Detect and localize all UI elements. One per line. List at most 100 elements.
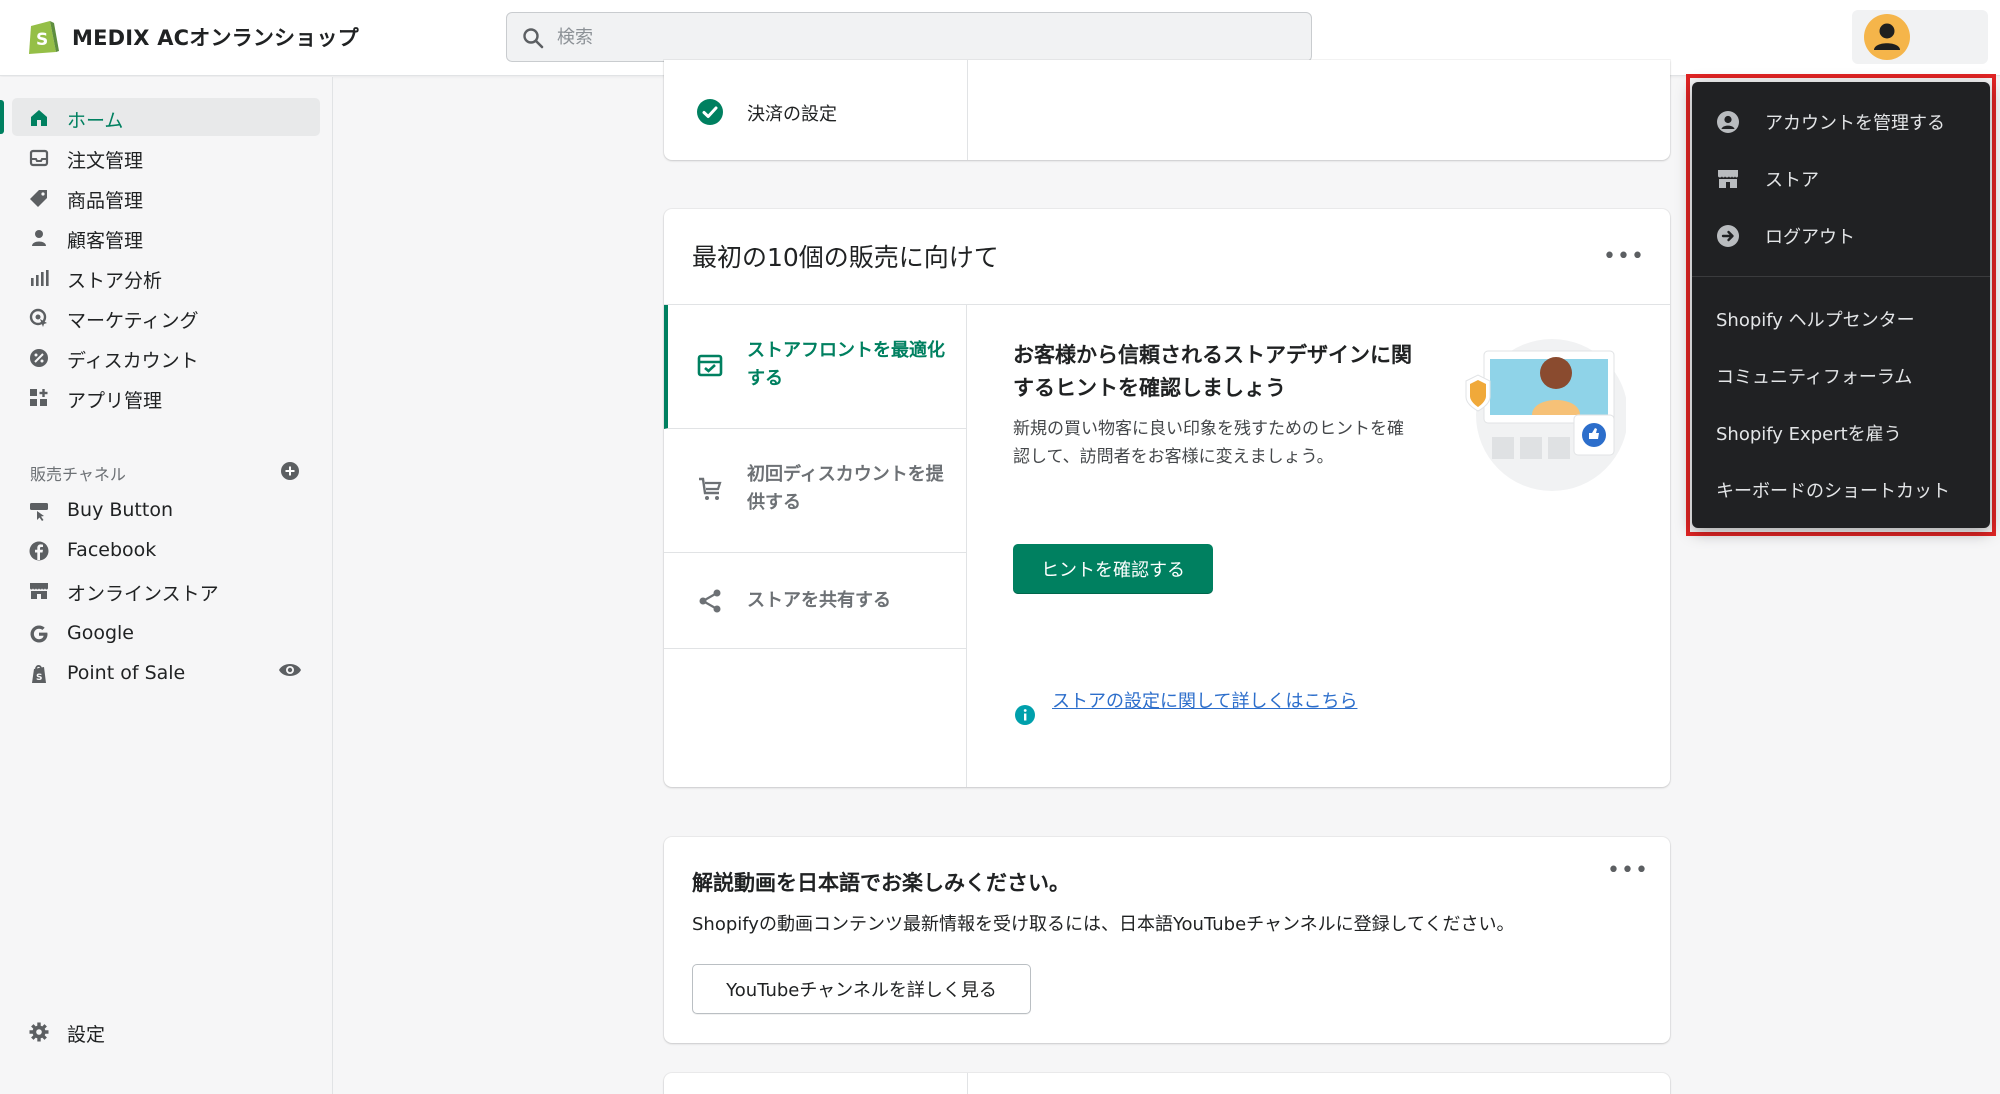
channel-label: Google bbox=[67, 622, 135, 644]
user-icon bbox=[1874, 23, 1900, 50]
logout-icon bbox=[1717, 225, 1739, 247]
sidebar-item-label: 顧客管理 bbox=[67, 230, 144, 252]
sidebar-item-marketing[interactable]: マーケティング bbox=[12, 298, 320, 336]
setup-card: 決済の設定 bbox=[664, 60, 1670, 160]
tag-icon bbox=[30, 190, 47, 207]
menu-item-label: Shopify ヘルプセンター bbox=[1716, 310, 1915, 331]
gear-icon bbox=[29, 1022, 49, 1042]
menu-item-logout[interactable]: ログアウト bbox=[1692, 209, 1990, 261]
analytics-icon bbox=[31, 270, 49, 286]
task-tabs: ストアフロントを最適化する 初回ディスカウントを提供する ストアを共有する bbox=[664, 305, 967, 787]
channel-online-store[interactable]: オンラインストア bbox=[12, 571, 320, 609]
youtube-channel-button[interactable]: YouTubeチャンネルを詳しく見る bbox=[692, 964, 1031, 1014]
account-icon bbox=[1717, 111, 1739, 133]
channel-buy-button[interactable]: Buy Button bbox=[12, 491, 320, 529]
tip-body: 新規の買い物客に良い印象を残すためのヒントを確認して、訪問者をお客様に変えましょ… bbox=[1013, 419, 1404, 467]
divider bbox=[967, 60, 968, 160]
sidebar-item-products[interactable]: 商品管理 bbox=[12, 178, 320, 216]
storefront-illustration bbox=[1465, 339, 1626, 491]
info-icon bbox=[1015, 705, 1035, 725]
sidebar-item-customers[interactable]: 顧客管理 bbox=[12, 218, 320, 256]
tip-title: お客様から信頼されるストアデザインに関するヒントを確認しましょう bbox=[1013, 343, 1412, 400]
sidebar-item-label: 注文管理 bbox=[67, 150, 144, 172]
channel-label: オンラインストア bbox=[67, 583, 219, 605]
more-actions-button[interactable]: ••• bbox=[1603, 241, 1644, 271]
customer-icon bbox=[32, 230, 46, 246]
channel-google[interactable]: Google bbox=[12, 614, 320, 652]
menu-item-label: アカウントを管理する bbox=[1765, 113, 1945, 134]
video-card: 解説動画を日本語でお楽しみください。 ••• Shopifyの動画コンテンツ最新… bbox=[664, 837, 1670, 1043]
account-dropdown-menu: アカウントを管理する ストア ログアウト Shopify ヘルプセンター コミュ… bbox=[1692, 82, 1990, 528]
tab-optimize-storefront[interactable]: ストアフロントを最適化する bbox=[664, 305, 967, 429]
search-input[interactable] bbox=[557, 13, 1297, 61]
menu-item-manage-account[interactable]: アカウントを管理する bbox=[1692, 95, 1990, 147]
sidebar-item-apps[interactable]: アプリ管理 bbox=[12, 378, 320, 416]
svg-text:S: S bbox=[36, 30, 48, 50]
svg-text:S: S bbox=[36, 673, 42, 683]
storefront-check-icon bbox=[697, 354, 723, 377]
tab-label: ストアを共有する bbox=[747, 590, 891, 611]
card-title: 解説動画を日本語でお楽しみください。 bbox=[692, 871, 1070, 895]
add-channel-icon[interactable] bbox=[280, 461, 300, 481]
discount-cart-icon bbox=[699, 477, 722, 500]
facebook-icon bbox=[29, 541, 49, 561]
search-icon bbox=[523, 28, 544, 49]
menu-item-label: ログアウト bbox=[1765, 227, 1855, 248]
sidebar-item-label: ホーム bbox=[67, 110, 124, 132]
sidebar-item-discounts[interactable]: ディスカウント bbox=[12, 338, 320, 376]
sidebar: ホーム 注文管理 商品管理 顧客管理 ストア分析 マーケティング ディスカウント… bbox=[0, 77, 333, 1094]
orders-icon bbox=[29, 149, 49, 167]
divider bbox=[967, 1073, 968, 1094]
sidebar-item-settings[interactable]: 設定 bbox=[12, 1012, 320, 1050]
menu-item-hire-expert[interactable]: Shopify Expertを雇う bbox=[1692, 406, 1990, 458]
menu-item-label: コミュニティフォーラム bbox=[1716, 367, 1913, 388]
tab-label: 初回ディスカウントを提供する bbox=[747, 464, 944, 513]
menu-item-label: Shopify Expertを雇う bbox=[1716, 424, 1902, 445]
card-body: Shopifyの動画コンテンツ最新情報を受け取るには、日本語YouTubeチャン… bbox=[692, 914, 1515, 935]
menu-divider bbox=[1692, 276, 1990, 277]
tab-label: ストアフロントを最適化する bbox=[747, 340, 945, 389]
home-icon bbox=[31, 110, 47, 126]
tab-share-store[interactable]: ストアを共有する bbox=[664, 553, 967, 649]
more-actions-button[interactable]: ••• bbox=[1607, 855, 1648, 885]
sidebar-item-label: 商品管理 bbox=[67, 190, 144, 212]
marketing-icon bbox=[29, 308, 47, 327]
store-icon bbox=[1718, 170, 1738, 188]
sidebar-item-analytics[interactable]: ストア分析 bbox=[12, 258, 320, 296]
search-bar[interactable] bbox=[506, 12, 1312, 62]
menu-item-label: ストア bbox=[1765, 170, 1819, 191]
first-sales-card: 最初の10個の販売に向けて ••• ストアフロントを最適化する 初回ディスカウン… bbox=[664, 209, 1670, 787]
menu-item-store[interactable]: ストア bbox=[1692, 152, 1990, 204]
sidebar-item-label: ストア分析 bbox=[67, 270, 163, 292]
shopify-logo-icon[interactable]: S bbox=[26, 16, 60, 56]
menu-item-help-center[interactable]: Shopify ヘルプセンター bbox=[1692, 292, 1990, 344]
channel-label: Buy Button bbox=[67, 499, 174, 521]
channel-point-of-sale[interactable]: S Point of Sale bbox=[12, 654, 320, 692]
apps-icon bbox=[30, 389, 48, 406]
sales-channels-title: 販売チャネル bbox=[30, 465, 126, 484]
menu-item-label: キーボードのショートカット bbox=[1716, 481, 1950, 502]
sidebar-item-orders[interactable]: 注文管理 bbox=[12, 138, 320, 176]
sidebar-item-label: 設定 bbox=[67, 1024, 106, 1046]
view-tips-button[interactable]: ヒントを確認する bbox=[1013, 544, 1213, 594]
channel-facebook[interactable]: Facebook bbox=[12, 531, 320, 569]
share-icon bbox=[699, 589, 721, 613]
sidebar-item-label: アプリ管理 bbox=[67, 390, 163, 412]
learn-more-link[interactable]: ストアの設定に関して詳しくはこちら bbox=[1052, 688, 1382, 716]
next-card bbox=[664, 1073, 1670, 1094]
discount-icon bbox=[30, 349, 48, 367]
sidebar-item-label: マーケティング bbox=[67, 310, 199, 332]
channel-label: Point of Sale bbox=[67, 662, 186, 684]
account-menu-button[interactable] bbox=[1852, 10, 1988, 64]
buy-button-icon bbox=[30, 503, 48, 521]
avatar[interactable] bbox=[1864, 14, 1910, 60]
channel-label: Facebook bbox=[67, 539, 157, 561]
online-store-icon bbox=[30, 583, 48, 599]
menu-item-keyboard-shortcuts[interactable]: キーボードのショートカット bbox=[1692, 463, 1990, 515]
menu-item-community-forum[interactable]: コミュニティフォーラム bbox=[1692, 349, 1990, 401]
sidebar-item-label: ディスカウント bbox=[67, 350, 199, 372]
store-name[interactable]: MEDIX ACオンランショップ bbox=[72, 22, 359, 52]
payment-setup-label[interactable]: 決済の設定 bbox=[747, 100, 837, 126]
sidebar-item-home[interactable]: ホーム bbox=[0, 98, 320, 136]
tab-first-discount[interactable]: 初回ディスカウントを提供する bbox=[664, 429, 967, 553]
